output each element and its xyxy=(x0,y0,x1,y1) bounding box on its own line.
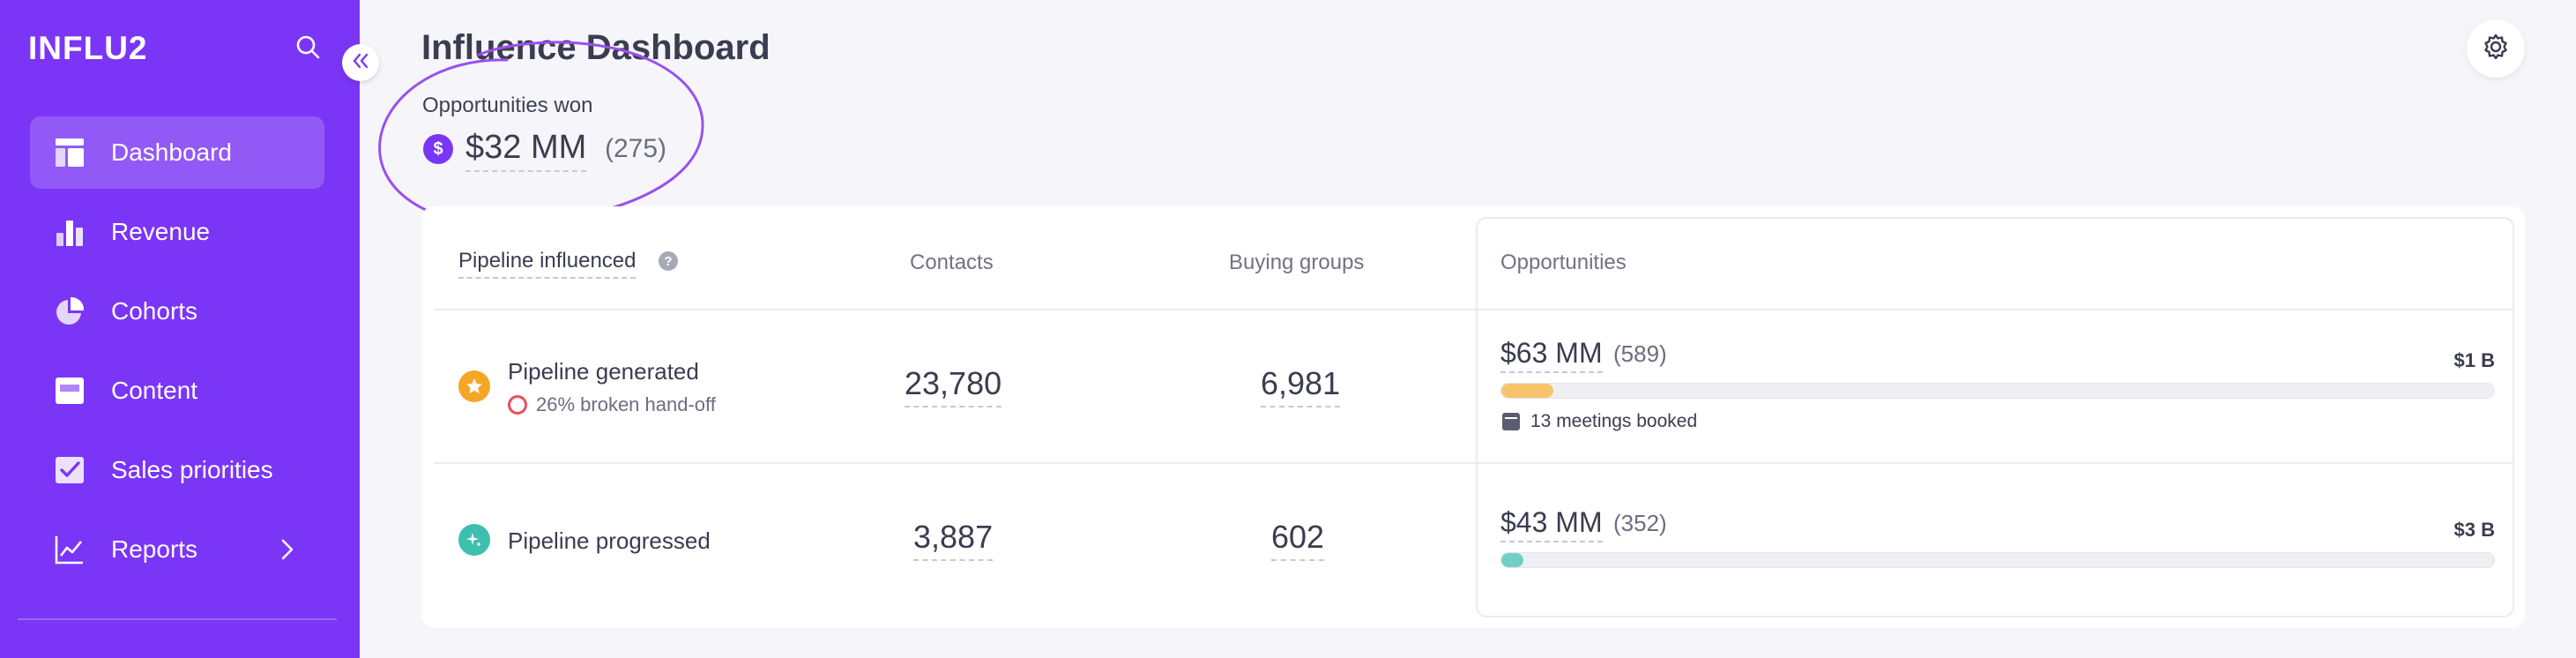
settings-button[interactable] xyxy=(2467,19,2525,78)
pie-chart-icon xyxy=(55,296,85,326)
opportunities-count: (352) xyxy=(1613,510,1667,536)
contacts-header: Contacts xyxy=(910,250,994,274)
row-divider xyxy=(1478,309,2513,310)
opportunities-value[interactable]: $63 MM xyxy=(1500,337,1603,373)
row-divider xyxy=(1478,462,2513,464)
search-icon[interactable] xyxy=(294,34,321,60)
sidebar-item-label: Reports xyxy=(111,535,198,563)
sidebar-item-reports[interactable]: Reports xyxy=(30,513,324,586)
opportunities-total: $3 B xyxy=(2453,519,2495,541)
sidebar-item-label: Revenue xyxy=(111,218,211,245)
calendar-icon xyxy=(1502,413,1520,430)
opportunities-count: (589) xyxy=(1613,340,1667,367)
progress-bar-fill xyxy=(1501,553,1523,567)
sidebar-item-content[interactable]: Content xyxy=(30,355,324,427)
line-chart-icon xyxy=(55,535,85,565)
contacts-value[interactable]: 3,887 xyxy=(913,519,994,561)
progress-bar-fill xyxy=(1501,384,1553,398)
sidebar-item-revenue[interactable]: Revenue xyxy=(30,196,324,268)
warning-ring-icon xyxy=(508,395,527,415)
dollar-coin-icon: $ xyxy=(423,134,453,164)
buying-groups-value[interactable]: 602 xyxy=(1271,519,1325,561)
checkbox-icon xyxy=(55,455,85,485)
progress-bar xyxy=(1500,552,2495,568)
broken-handoff-text: 26% broken hand-off xyxy=(536,393,716,415)
help-icon[interactable]: ? xyxy=(659,251,678,271)
star-badge-icon xyxy=(458,370,490,402)
sidebar-item-label: Sales priorities xyxy=(111,456,273,483)
sidebar-item-label: Cohorts xyxy=(111,297,198,325)
sidebar-divider xyxy=(18,618,337,620)
page-title: Influence Dashboard xyxy=(421,28,771,67)
dashboard-icon xyxy=(55,138,85,168)
row-divider xyxy=(434,309,1476,310)
chevron-right-icon xyxy=(277,538,298,561)
buying-groups-value[interactable]: 6,981 xyxy=(1261,365,1341,408)
pipeline-influenced-header[interactable]: Pipeline influenced xyxy=(458,249,637,279)
sidebar-item-label: Content xyxy=(111,377,198,404)
double-chevron-left-icon xyxy=(351,52,370,74)
opportunities-won-value[interactable]: $32 MM xyxy=(465,129,587,172)
content-icon xyxy=(55,376,85,406)
sidebar: INFLU2 Dashboard Revenue Cohorts Content… xyxy=(0,0,360,658)
row-title-pipeline-progressed: Pipeline progressed xyxy=(508,527,711,554)
sidebar-item-cohorts[interactable]: Cohorts xyxy=(30,275,324,348)
collapse-sidebar-button[interactable] xyxy=(342,44,379,81)
buying-groups-header: Buying groups xyxy=(1229,250,1365,274)
row-divider xyxy=(434,462,1476,464)
gear-icon xyxy=(2482,33,2510,65)
opportunities-won-count: (275) xyxy=(605,134,667,163)
sidebar-nav: Dashboard Revenue Cohorts Content Sales … xyxy=(30,116,324,593)
sparkle-badge-icon xyxy=(458,524,490,556)
sidebar-item-dashboard[interactable]: Dashboard xyxy=(30,116,324,189)
opportunities-won-label: Opportunities won xyxy=(422,93,593,117)
meetings-booked[interactable]: 13 meetings booked xyxy=(1502,411,1697,432)
broken-handoff-indicator[interactable]: 26% broken hand-off xyxy=(508,393,716,416)
opportunities-value[interactable]: $43 MM xyxy=(1500,506,1603,542)
opportunities-total: $1 B xyxy=(2453,349,2495,371)
sidebar-item-sales-priorities[interactable]: Sales priorities xyxy=(30,434,324,506)
contacts-value[interactable]: 23,780 xyxy=(905,365,1002,408)
progress-bar xyxy=(1500,383,2495,399)
row-title-pipeline-generated: Pipeline generated xyxy=(508,358,699,385)
opportunities-header: Opportunities xyxy=(1500,250,1627,274)
sidebar-item-label: Dashboard xyxy=(111,138,232,166)
bar-chart-icon xyxy=(55,217,85,247)
app-logo[interactable]: INFLU2 xyxy=(28,30,148,67)
meetings-booked-text: 13 meetings booked xyxy=(1530,411,1698,431)
